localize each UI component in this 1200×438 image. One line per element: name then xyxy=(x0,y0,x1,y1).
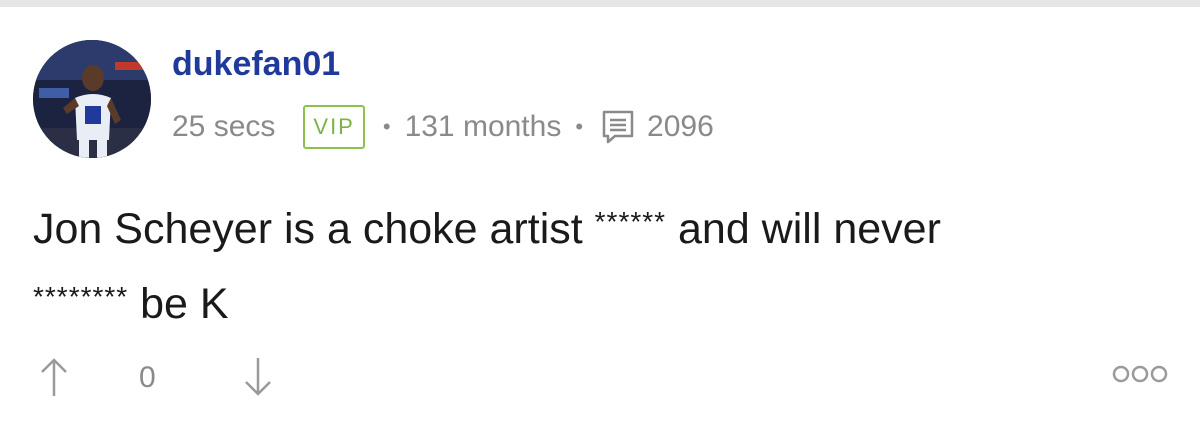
comment-actions: 0 xyxy=(33,352,1168,402)
comment-text: Jon Scheyer is a choke artist xyxy=(33,205,595,253)
vote-count: 0 xyxy=(139,361,156,394)
vip-badge: VIP xyxy=(303,105,365,149)
message-icon xyxy=(601,109,635,145)
top-divider xyxy=(0,0,1200,7)
member-tenure: 131 months xyxy=(404,110,562,143)
separator-dot: • xyxy=(575,114,584,139)
time-ago: 25 secs xyxy=(172,110,276,143)
post-count: 2096 xyxy=(647,110,714,143)
censored-word: ****** xyxy=(594,206,667,237)
avatar-image xyxy=(33,40,151,158)
arrow-down-icon[interactable] xyxy=(241,356,275,403)
censored-word: ******** xyxy=(33,281,129,312)
separator-dot: • xyxy=(382,114,391,139)
avatar[interactable] xyxy=(33,40,151,158)
comment-body: Jon Scheyer is a choke artist ****** and… xyxy=(33,188,1163,338)
username[interactable]: dukefan01 xyxy=(172,42,340,86)
comment-text: be K xyxy=(128,280,229,328)
arrow-up-icon[interactable] xyxy=(37,356,71,403)
more-options-icon[interactable] xyxy=(1112,364,1168,389)
comment-text: and will never xyxy=(666,205,941,253)
comment-meta: 25 secs VIP • 131 months • 2096 xyxy=(172,104,714,150)
